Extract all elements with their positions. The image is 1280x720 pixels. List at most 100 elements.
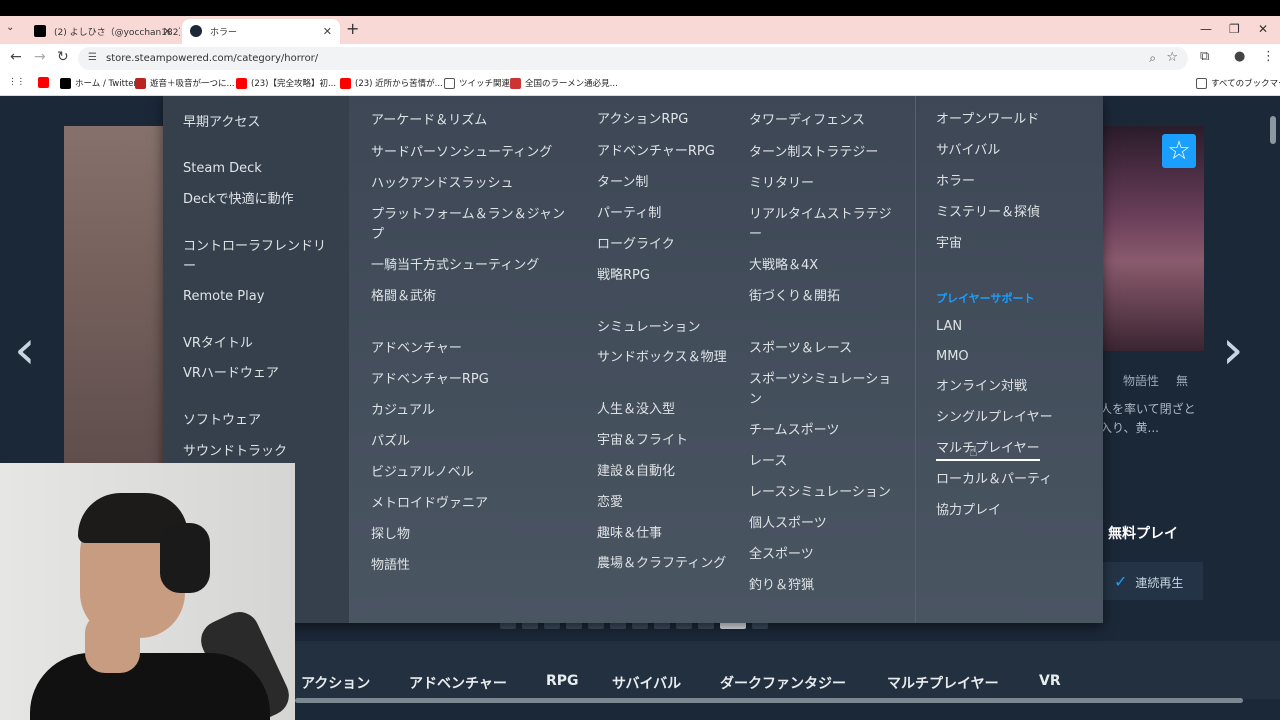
extensions-icon[interactable]: ⧉ [1200, 49, 1209, 64]
menu-item[interactable]: 大戦略＆4X [749, 256, 818, 276]
minimize-icon[interactable]: — [1200, 22, 1212, 36]
bookmark-item[interactable]: (23)【完全攻略】初... [236, 77, 336, 89]
autoplay-toggle[interactable]: ✓ 連続再生 [1114, 572, 1183, 591]
menu-item[interactable]: アドベンチャー [371, 339, 462, 359]
menu-item[interactable]: スポーツ＆レース [749, 339, 852, 359]
youtube-bookmark[interactable] [38, 77, 53, 88]
bookmark-star-icon[interactable]: ☆ [1166, 50, 1178, 65]
menu-item-software[interactable]: ソフトウェア [183, 411, 261, 431]
close-icon[interactable]: ✕ [163, 25, 172, 38]
nav-multiplayer[interactable]: マルチプレイヤー [887, 673, 999, 693]
menu-item[interactable]: 物語性 [371, 556, 410, 576]
menu-item[interactable]: ターン制ストラテジー [749, 143, 878, 163]
menu-item[interactable]: 人生＆没入型 [597, 400, 675, 420]
menu-item[interactable]: 趣味＆仕事 [597, 524, 662, 544]
menu-item[interactable]: パズル [371, 432, 410, 452]
zoom-icon[interactable]: ⌕ [1149, 51, 1156, 66]
menu-item[interactable]: オープンワールド [936, 110, 1039, 130]
menu-item[interactable]: 建設＆自動化 [597, 462, 675, 482]
menu-item[interactable]: ローカル＆パーティ [936, 470, 1052, 490]
menu-item-deck-verified[interactable]: Deckで快適に動作 [183, 190, 294, 210]
game-tag[interactable]: 無 [1176, 372, 1188, 389]
menu-item[interactable]: 戦略RPG [597, 266, 650, 286]
nav-dark-fantasy[interactable]: ダークファンタジー [720, 673, 846, 693]
menu-item-multiplayer[interactable]: マルチプレイヤー [936, 439, 1040, 461]
menu-item-remote-play[interactable]: Remote Play [183, 287, 264, 307]
nav-adventure[interactable]: アドベンチャー [409, 673, 507, 693]
menu-item[interactable]: シミュレーション [597, 318, 700, 338]
forward-icon[interactable]: → [34, 49, 46, 65]
close-icon[interactable]: ✕ [323, 25, 332, 38]
menu-item[interactable]: ミリタリー [749, 174, 814, 194]
page-scrollbar[interactable] [1270, 116, 1276, 144]
apps-icon[interactable]: ⋮⋮ [8, 77, 25, 87]
menu-item[interactable]: パーティ制 [597, 204, 661, 224]
menu-item[interactable]: プラットフォーム＆ラン＆ジャンプ [371, 205, 571, 245]
menu-item[interactable]: 全スポーツ [749, 545, 814, 565]
nav-vr[interactable]: VR [1039, 673, 1061, 689]
menu-item[interactable]: ローグライク [597, 235, 675, 255]
menu-item[interactable]: LAN [936, 317, 962, 337]
menu-item[interactable]: サンドボックス＆物理 [597, 348, 727, 368]
menu-item[interactable]: レース [749, 452, 787, 472]
menu-item-vr-titles[interactable]: VRタイトル [183, 334, 253, 354]
menu-item[interactable]: タワーディフェンス [749, 111, 865, 131]
profile-avatar[interactable]: ● [1234, 49, 1245, 64]
bookmark-item[interactable]: ホーム / Twitter [60, 77, 137, 89]
menu-item[interactable]: アドベンチャーRPG [371, 370, 489, 390]
new-tab-icon[interactable]: + [346, 19, 359, 38]
url-field[interactable]: ☰ store.steampowered.com/category/horror… [78, 47, 1188, 70]
menu-item[interactable]: アクションRPG [597, 110, 688, 130]
menu-item[interactable]: レースシミュレーション [749, 483, 891, 503]
window-close-icon[interactable]: ✕ [1258, 22, 1268, 36]
tab-search-icon[interactable]: ⌄ [6, 22, 14, 33]
menu-item[interactable]: 街づくり＆開拓 [749, 287, 840, 307]
game-tag[interactable]: 物語性 [1123, 372, 1159, 389]
menu-item[interactable]: 農場＆クラフティング [597, 554, 727, 574]
menu-item[interactable]: MMO [936, 347, 969, 367]
menu-item[interactable]: スポーツシミュレーション [749, 370, 899, 410]
menu-item[interactable]: 格闘＆武術 [371, 287, 436, 307]
menu-item-horror[interactable]: ホラー [936, 172, 975, 192]
menu-item-steam-deck[interactable]: Steam Deck [183, 159, 262, 179]
bookmark-item[interactable]: (23) 近所から苦情が... [340, 77, 443, 89]
menu-item-vr-hardware[interactable]: VRハードウェア [183, 364, 279, 384]
menu-item-controller[interactable]: コントローラフレンドリー [183, 237, 333, 277]
nav-action[interactable]: アクション [301, 673, 370, 693]
menu-item[interactable]: ミステリー＆探偵 [936, 203, 1040, 223]
menu-item[interactable]: 個人スポーツ [749, 514, 827, 534]
bookmark-item[interactable]: 遊音＋吸音が一つに... [135, 77, 235, 89]
menu-item[interactable]: 恋愛 [597, 493, 623, 513]
maximize-icon[interactable]: ❐ [1229, 22, 1240, 36]
bookmark-folder[interactable]: ツイッチ関連 [444, 77, 510, 89]
menu-item[interactable]: ターン制 [597, 173, 648, 193]
nav-survival[interactable]: サバイバル [612, 673, 681, 693]
back-icon[interactable]: ← [10, 49, 22, 65]
menu-item[interactable]: ハックアンドスラッシュ [371, 174, 513, 194]
nav-rpg[interactable]: RPG [546, 673, 579, 689]
menu-item[interactable]: 協力プレイ [936, 501, 1001, 521]
carousel-prev-capsule[interactable] [64, 126, 174, 486]
menu-item-early-access[interactable]: 早期アクセス [183, 113, 260, 133]
menu-item[interactable]: サバイバル [936, 141, 1000, 161]
menu-item[interactable]: 宇宙＆フライト [597, 431, 688, 451]
tab-steam[interactable]: ホラー ✕ [182, 19, 340, 44]
menu-item[interactable]: オンライン対戦 [936, 377, 1027, 397]
menu-item[interactable]: アーケード＆リズム [371, 111, 487, 131]
menu-item[interactable]: アドベンチャーRPG [597, 142, 715, 162]
menu-item[interactable]: 宇宙 [936, 234, 962, 254]
menu-item-soundtracks[interactable]: サウンドトラック [183, 442, 287, 462]
menu-item[interactable]: チームスポーツ [749, 421, 839, 441]
horizontal-scrollbar[interactable] [295, 698, 1243, 703]
menu-item[interactable]: 釣り＆狩猟 [749, 576, 814, 596]
carousel-next-arrow[interactable]: › [1222, 318, 1244, 381]
wishlist-star-icon[interactable]: ☆ [1162, 134, 1196, 168]
menu-item[interactable]: 一騎当千方式シューティング [371, 256, 539, 276]
all-bookmarks[interactable]: すべてのブックマーク [1196, 77, 1280, 89]
reload-icon[interactable]: ↻ [57, 49, 69, 65]
tab-twitter[interactable]: (2) よしひさ（@yocchan182）さん ✕ [26, 19, 180, 44]
menu-item[interactable]: シングルプレイヤー [936, 408, 1053, 428]
menu-item[interactable]: メトロイドヴァニア [371, 494, 488, 514]
bookmark-item[interactable]: 全国のラーメン通必見... [510, 77, 618, 89]
site-info-icon[interactable]: ☰ [88, 52, 97, 63]
